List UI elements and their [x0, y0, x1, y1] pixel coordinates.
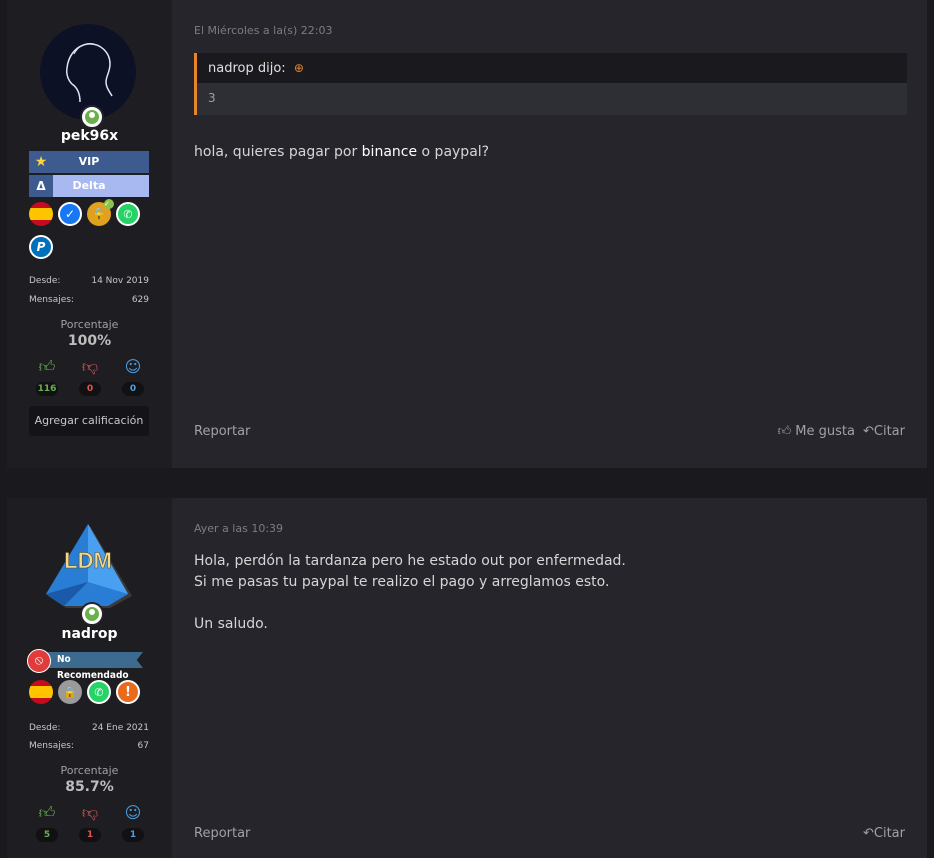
- thumbs-up-icon: 👍︎: [777, 424, 792, 439]
- negative-count: 1: [79, 828, 101, 842]
- post: pek96x ★ VIP Δ Delta ✓ 🔒 ✓ ✆ P Desde: 14 …: [7, 0, 927, 468]
- quote-button[interactable]: ↶Citar: [863, 826, 905, 841]
- user-banner-vip: ★ VIP: [29, 151, 149, 173]
- messages-value: 67: [137, 741, 149, 751]
- like-button[interactable]: 👍︎ Me gusta: [778, 424, 855, 439]
- star-icon: ★: [34, 154, 48, 170]
- neutral-vote[interactable]: ☺︎ 1: [121, 804, 145, 842]
- messages-value: 629: [131, 295, 149, 305]
- message-line: Hola, perdón la tardanza pero he estado …: [194, 553, 626, 569]
- report-link[interactable]: Reportar: [194, 424, 250, 439]
- rating-votes: 👍︎ 5 👎︎ 1 ☺︎ 1: [35, 804, 145, 842]
- messages-row: Mensajes: 629: [29, 295, 149, 305]
- username[interactable]: pek96x: [7, 128, 172, 144]
- thumbs-up-icon: 👍︎: [38, 803, 56, 822]
- messages-label: Mensajes:: [29, 741, 74, 751]
- whatsapp-icon: ✆: [87, 680, 111, 704]
- binance-link[interactable]: binance: [362, 144, 417, 160]
- thumbs-down-icon: 👎︎: [81, 357, 99, 376]
- spain-flag-icon: [29, 680, 53, 704]
- percentage-value: 85.7%: [65, 779, 114, 795]
- quote-label: Citar: [873, 424, 905, 439]
- online-status-icon: [80, 602, 104, 626]
- percentage-value: 100%: [67, 333, 112, 349]
- negative-vote[interactable]: 👎︎ 0: [78, 358, 102, 396]
- post-actions: ↶Citar: [863, 826, 905, 841]
- post-date[interactable]: Ayer a las 10:39: [194, 522, 283, 535]
- neutral-face-icon: ☺︎: [124, 357, 142, 376]
- percentage-label: Porcentaje: [60, 318, 119, 331]
- lock-icon: 🔒 ✓: [87, 199, 114, 226]
- quote-button[interactable]: ↶Citar: [863, 424, 905, 439]
- negative-count: 0: [79, 382, 101, 396]
- join-date-label: Desde:: [29, 276, 61, 286]
- verified-icon: ✓: [58, 202, 82, 226]
- message-text: o paypal?: [417, 144, 490, 160]
- quote-author: nadrop dijo:: [208, 61, 286, 76]
- forbidden-icon: ⦸: [27, 649, 51, 673]
- rating-votes: 👍︎ 116 👎︎ 0 ☺︎ 0: [35, 358, 145, 396]
- message-text: hola, quieres pagar por: [194, 144, 362, 160]
- delta-icon: Δ: [29, 175, 53, 197]
- quote-header[interactable]: nadrop dijo: ⊕: [197, 53, 907, 83]
- join-date-value: 14 Nov 2019: [91, 276, 149, 286]
- thumbs-down-icon: 👎︎: [81, 803, 99, 822]
- reply-icon: ↶: [862, 826, 874, 841]
- negative-vote[interactable]: 👎︎ 1: [78, 804, 102, 842]
- positive-count: 5: [36, 828, 58, 842]
- add-rating-button[interactable]: Agregar calificación: [29, 406, 149, 436]
- messages-label: Mensajes:: [29, 295, 74, 305]
- join-date-row: Desde: 14 Nov 2019: [29, 276, 149, 286]
- warning-icon: !: [116, 680, 140, 704]
- user-banner-delta: Δ Delta: [29, 175, 149, 197]
- paypal-icon: P: [29, 235, 53, 259]
- badge-row: P: [29, 235, 53, 259]
- neutral-face-icon: ☺︎: [124, 803, 142, 822]
- join-date-label: Desde:: [29, 723, 61, 733]
- user-banner-not-recommended: No Recomendado ⦸: [27, 649, 143, 681]
- join-date-value: 24 Ene 2021: [91, 723, 149, 733]
- neutral-count: 0: [122, 382, 144, 396]
- percentage-label: Porcentaje: [60, 764, 119, 777]
- post-actions: 👍︎ Me gusta ↶Citar: [778, 424, 905, 439]
- quote-text: 3: [208, 91, 216, 105]
- post: LDM nadrop No Recomendado ⦸ 🔒 ✆ ! Desde:…: [7, 498, 927, 858]
- neutral-count: 1: [122, 828, 144, 842]
- badge-row: 🔒 ✆ !: [29, 680, 140, 704]
- badge-row: ✓ 🔒 ✓ ✆: [29, 199, 140, 226]
- user-sidebar: LDM nadrop No Recomendado ⦸ 🔒 ✆ ! Desde:…: [7, 498, 172, 858]
- online-status-icon: [80, 105, 104, 129]
- join-date-row: Desde: 24 Ene 2021: [29, 723, 149, 733]
- banner-label: Delta: [72, 179, 106, 192]
- positive-count: 116: [36, 382, 58, 396]
- user-sidebar: pek96x ★ VIP Δ Delta ✓ 🔒 ✓ ✆ P Desde: 14 …: [7, 0, 172, 468]
- positive-vote[interactable]: 👍︎ 116: [35, 358, 59, 396]
- spain-flag-icon: [29, 202, 53, 226]
- avatar-text: LDM: [64, 548, 112, 573]
- whatsapp-icon: ✆: [116, 202, 140, 226]
- post-message: Hola, perdón la tardanza pero he estado …: [194, 551, 626, 635]
- like-label: Me gusta: [795, 424, 855, 439]
- quote-block: nadrop dijo: ⊕ 3: [194, 53, 907, 115]
- post-content: Ayer a las 10:39 Hola, perdón la tardanz…: [172, 498, 927, 858]
- post-message: hola, quieres pagar por binance o paypal…: [194, 142, 489, 163]
- neutral-vote[interactable]: ☺︎ 0: [121, 358, 145, 396]
- post-date[interactable]: El Miércoles a la(s) 22:03: [194, 24, 332, 37]
- thumbs-up-icon: 👍︎: [38, 357, 56, 376]
- positive-vote[interactable]: 👍︎ 5: [35, 804, 59, 842]
- message-line: Si me pasas tu paypal te realizo el pago…: [194, 574, 610, 590]
- username[interactable]: nadrop: [7, 626, 172, 642]
- lock-gray-icon: 🔒: [58, 680, 82, 704]
- messages-row: Mensajes: 67: [29, 741, 149, 751]
- banner-label: VIP: [78, 155, 100, 168]
- arrow-up-circle-icon[interactable]: ⊕: [294, 61, 304, 75]
- post-content: El Miércoles a la(s) 22:03 nadrop dijo: …: [172, 0, 927, 468]
- message-line: Un saludo.: [194, 616, 268, 632]
- reply-icon: ↶: [862, 424, 874, 439]
- report-link[interactable]: Reportar: [194, 826, 250, 841]
- quote-label: Citar: [873, 826, 905, 841]
